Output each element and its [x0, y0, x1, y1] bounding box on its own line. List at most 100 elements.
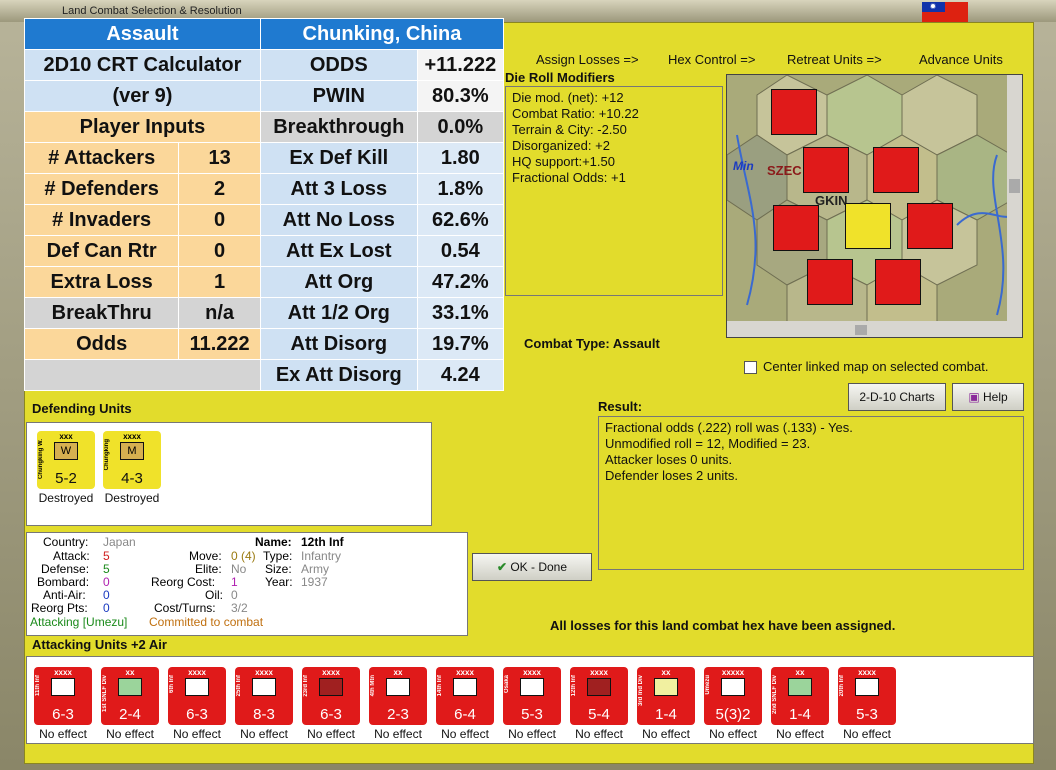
die-mod-line: Combat Ratio: +10.22 — [512, 106, 639, 121]
info-country: Japan — [103, 535, 136, 549]
result-line: Unmodified roll = 12, Modified = 23. — [605, 436, 811, 451]
attacking-units-title: Attacking Units +2 Air — [32, 637, 167, 652]
crt-result-label: Att 1/2 Org — [259, 297, 418, 329]
defending-unit-counter[interactable]: xxx Chungking W. W 5-2 — [37, 431, 95, 489]
attacking-unit-counter[interactable]: xxxx 23rd Inf 6-3 — [302, 667, 360, 725]
map-unit-counter[interactable] — [807, 259, 853, 305]
attacking-unit-counter[interactable]: xxxx 25th Inf 8-3 — [235, 667, 293, 725]
info-bombard: 0 — [103, 575, 110, 589]
unit-strength: 1-4 — [789, 706, 811, 723]
die-mods-title: Die Roll Modifiers — [505, 70, 615, 85]
unit-name: Osaka — [504, 675, 510, 694]
unit-status: No effect — [709, 727, 757, 741]
map-unit-counter[interactable] — [907, 203, 953, 249]
map-unit-counter[interactable] — [873, 147, 919, 193]
attacking-unit-counter[interactable]: xxxx 20th Inf 5-3 — [838, 667, 896, 725]
map-label: GKIN — [815, 193, 848, 208]
advance-units-link[interactable]: Advance Units — [919, 52, 1003, 67]
info-label: Defense: — [41, 562, 90, 576]
mountain-icon — [386, 678, 410, 696]
info-reorg-cost: 1 — [231, 575, 238, 589]
hex-control-link[interactable]: Hex Control => — [668, 52, 755, 67]
combat-type: Combat Type: Assault — [524, 336, 660, 351]
crt-result-value: 62.6% — [416, 204, 505, 236]
info-label: Size: — [265, 562, 292, 576]
unit-size: xx — [661, 668, 671, 677]
map-unit-counter[interactable] — [771, 89, 817, 135]
assign-losses-link[interactable]: Assign Losses => — [536, 52, 639, 67]
input-value: 1 — [178, 266, 261, 298]
linked-map[interactable]: Min SZEC GKIN — [726, 74, 1023, 338]
attacking-unit-counter[interactable]: xx 2nd SNLF Div 1-4 — [771, 667, 829, 725]
result-line: Defender loses 2 units. — [605, 468, 738, 483]
center-map-checkbox[interactable] — [744, 361, 757, 374]
input-value: 11.222 — [178, 328, 261, 360]
unit-status: No effect — [441, 727, 489, 741]
unit-name: 14th Inf — [437, 675, 443, 697]
unit-strength: 5-3 — [521, 706, 543, 723]
attacking-unit-counter[interactable]: xxxx 6th Inf 6-3 — [168, 667, 226, 725]
infantry-icon — [319, 678, 343, 696]
unit-name: 23rd Inf — [303, 675, 309, 697]
defending-unit-counter[interactable]: xxxx Chungking M 4-3 — [103, 431, 161, 489]
loss-message: All losses for this land combat hex have… — [550, 618, 896, 633]
attacking-unit-counter[interactable]: xxxxx Umezu 5(3)2 — [704, 667, 762, 725]
check-icon: ✔ — [496, 560, 507, 574]
attacking-unit-counter[interactable]: xxxx Osaka 5-3 — [503, 667, 561, 725]
info-reorg: 0 — [103, 601, 110, 615]
die-mod-line: HQ support:+1.50 — [512, 154, 615, 169]
crt-result-label: Ex Def Kill — [259, 142, 418, 174]
crt-location: Chunking, China — [259, 18, 505, 50]
unit-size: xxxx — [54, 668, 72, 677]
infantry-icon — [453, 678, 477, 696]
map-combat-hex[interactable] — [845, 203, 891, 249]
unit-strength: 6-3 — [52, 706, 74, 723]
input-value: 0 — [178, 235, 261, 267]
retreat-units-link[interactable]: Retreat Units => — [787, 52, 882, 67]
unit-size: xxxx — [858, 668, 876, 677]
infantry-icon — [185, 678, 209, 696]
info-elite: No — [231, 562, 247, 576]
attacking-unit-counter[interactable]: xx 1st SNLF Div 2-4 — [101, 667, 159, 725]
info-name: 12th Inf — [301, 535, 344, 549]
result-title: Result: — [598, 399, 643, 414]
unit-strength: 8-3 — [253, 706, 275, 723]
unit-strength: 5-4 — [588, 706, 610, 723]
map-unit-counter[interactable] — [803, 147, 849, 193]
info-label: Reorg Pts: — [31, 601, 88, 615]
die-mod-line: Fractional Odds: +1 — [512, 170, 626, 185]
info-label: Anti-Air: — [43, 588, 86, 602]
crt-result-value: 0.0% — [416, 111, 505, 143]
unit-strength: 5-3 — [856, 706, 878, 723]
info-attack: 5 — [103, 549, 110, 563]
result-line: Attacker loses 0 units. — [605, 452, 733, 467]
unit-status: No effect — [508, 727, 556, 741]
ok-done-button[interactable]: ✔ OK - Done — [472, 553, 592, 581]
unit-size: xxxx — [188, 668, 206, 677]
map-unit-counter[interactable] — [773, 205, 819, 251]
attacking-unit-counter[interactable]: xxxx 14th Inf 6-4 — [436, 667, 494, 725]
info-label: Name: — [255, 535, 292, 549]
help-button[interactable]: ▣ Help — [952, 383, 1024, 411]
crt-calc-version: (ver 9) — [24, 80, 261, 112]
attacking-unit-counter[interactable]: xxxx 11th Inf 6-3 — [34, 667, 92, 725]
unit-status: No effect — [776, 727, 824, 741]
unit-size: xxxx — [523, 668, 541, 677]
charts-button[interactable]: 2-D-10 Charts — [848, 383, 946, 411]
unit-name: Umezu — [705, 675, 711, 695]
attacking-unit-counter[interactable]: xx 3rd Ind Div 1-4 — [637, 667, 695, 725]
unit-status: No effect — [575, 727, 623, 741]
attacking-unit-counter[interactable]: xxxx 12th Inf 5-4 — [570, 667, 628, 725]
hq-icon — [721, 678, 745, 696]
marine-icon — [118, 678, 142, 696]
input-label: BreakThru — [23, 297, 180, 329]
unit-size: xxxx — [322, 668, 340, 677]
info-type: Infantry — [301, 549, 342, 563]
input-value: 2 — [178, 173, 261, 205]
crt-result-value: 19.7% — [416, 328, 505, 360]
unit-type-icon: M — [120, 442, 144, 460]
map-unit-counter[interactable] — [875, 259, 921, 305]
info-label: Attack: — [53, 549, 90, 563]
unit-size: xxxxx — [721, 668, 745, 677]
attacking-unit-counter[interactable]: xx 4th Mtn 2-3 — [369, 667, 427, 725]
